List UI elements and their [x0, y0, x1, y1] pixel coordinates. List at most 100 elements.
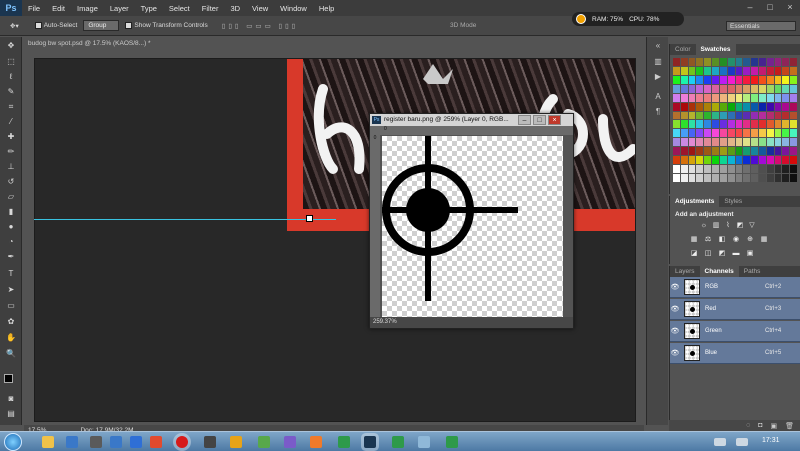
- visibility-eye-icon[interactable]: 👁: [670, 305, 680, 313]
- swatch-cell[interactable]: [751, 66, 758, 75]
- swatch-cell[interactable]: [735, 147, 743, 156]
- swatch-cell[interactable]: [712, 111, 719, 120]
- system-clock[interactable]: 17:31: [762, 437, 780, 444]
- swatch-cell[interactable]: [696, 156, 704, 165]
- swatch-cell[interactable]: [743, 93, 751, 102]
- curves-icon[interactable]: ⌇: [724, 222, 732, 230]
- swatch-cell[interactable]: [704, 111, 712, 120]
- swatch-cell[interactable]: [766, 156, 774, 165]
- swatch-cell[interactable]: [688, 75, 696, 84]
- swatch-cell[interactable]: [735, 174, 743, 182]
- vibrance-icon[interactable]: ▽: [748, 222, 756, 230]
- swatch-cell[interactable]: [774, 84, 782, 93]
- swatch-cell[interactable]: [688, 102, 696, 111]
- swatch-cell[interactable]: [704, 93, 712, 102]
- swatch-cell[interactable]: [680, 165, 688, 174]
- swatch-cell[interactable]: [758, 138, 766, 147]
- menu-layer[interactable]: Layer: [104, 4, 135, 13]
- move-tool-icon[interactable]: ✥▾: [10, 22, 19, 30]
- color-balance-icon[interactable]: ⚖: [704, 236, 712, 244]
- swatch-cell[interactable]: [751, 120, 758, 129]
- swatch-cell[interactable]: [704, 138, 712, 147]
- swatch-cell[interactable]: [719, 129, 727, 138]
- swatch-cell[interactable]: [735, 111, 743, 120]
- swatch-cell[interactable]: [758, 156, 766, 165]
- show-transform-checkbox[interactable]: Show Transform Controls: [125, 21, 208, 29]
- auto-select-checkbox[interactable]: Auto-Select: [34, 21, 77, 29]
- swatch-cell[interactable]: [751, 58, 758, 66]
- swatch-cell[interactable]: [680, 84, 688, 93]
- history-brush-icon[interactable]: ↺: [5, 177, 17, 186]
- swatch-cell[interactable]: [735, 58, 743, 66]
- opera-icon[interactable]: [176, 436, 188, 448]
- swatch-cell[interactable]: [688, 66, 696, 75]
- ie-icon[interactable]: [130, 436, 142, 448]
- posterize-icon[interactable]: ◫: [704, 250, 712, 258]
- swatch-cell[interactable]: [673, 84, 680, 93]
- swatch-cell[interactable]: [766, 138, 774, 147]
- maximize-button[interactable]: □: [760, 0, 780, 14]
- swatch-cell[interactable]: [688, 174, 696, 182]
- swatch-cell[interactable]: [727, 58, 735, 66]
- swatch-cell[interactable]: [751, 174, 758, 182]
- swatch-cell[interactable]: [696, 111, 704, 120]
- swatch-cell[interactable]: [696, 66, 704, 75]
- menu-edit[interactable]: Edit: [46, 4, 71, 13]
- screen-mode-icon[interactable]: ▤: [5, 409, 17, 418]
- close-button[interactable]: ×: [780, 0, 800, 14]
- swatch-cell[interactable]: [774, 111, 782, 120]
- swatch-cell[interactable]: [782, 93, 790, 102]
- 3d-rotate-icon[interactable]: ✿: [5, 317, 17, 326]
- swatch-cell[interactable]: [774, 120, 782, 129]
- gradient-map-icon[interactable]: ▬: [732, 250, 740, 258]
- swatch-cell[interactable]: [790, 75, 797, 84]
- swatch-cell[interactable]: [696, 93, 704, 102]
- swatch-cell[interactable]: [680, 66, 688, 75]
- swatch-cell[interactable]: [758, 129, 766, 138]
- align-buttons[interactable]: ▯▯▯ ▭▭▭ ▯▯▯: [222, 22, 299, 30]
- swatch-cell[interactable]: [774, 58, 782, 66]
- swatch-cell[interactable]: [704, 156, 712, 165]
- swatch-cell[interactable]: [680, 120, 688, 129]
- swatch-cell[interactable]: [751, 165, 758, 174]
- swatch-cell[interactable]: [751, 111, 758, 120]
- tab-channels[interactable]: Channels: [699, 266, 739, 277]
- swatch-cell[interactable]: [758, 58, 766, 66]
- gradient-tool-icon[interactable]: ▮: [5, 207, 17, 216]
- swatch-cell[interactable]: [719, 66, 727, 75]
- swatch-cell[interactable]: [766, 58, 774, 66]
- swatch-cell[interactable]: [735, 156, 743, 165]
- quick-mask-icon[interactable]: ◙: [5, 394, 17, 403]
- swatch-cell[interactable]: [696, 58, 704, 66]
- menu-view[interactable]: View: [246, 4, 274, 13]
- swatch-cell[interactable]: [766, 120, 774, 129]
- swatch-cell[interactable]: [696, 129, 704, 138]
- invert-icon[interactable]: ◪: [690, 250, 698, 258]
- swatch-cell[interactable]: [735, 66, 743, 75]
- tab-color[interactable]: Color: [670, 44, 696, 55]
- swatch-cell[interactable]: [719, 58, 727, 66]
- swatch-cell[interactable]: [766, 174, 774, 182]
- visibility-eye-icon[interactable]: 👁: [670, 283, 680, 291]
- swatch-cell[interactable]: [790, 84, 797, 93]
- swatch-cell[interactable]: [743, 66, 751, 75]
- swatch-cell[interactable]: [727, 129, 735, 138]
- app-icon[interactable]: [230, 436, 242, 448]
- channel-row-red[interactable]: 👁 Red Ctrl+3: [670, 299, 800, 320]
- channel-row-rgb[interactable]: 👁 RGB Ctrl+2: [670, 277, 800, 298]
- swatch-cell[interactable]: [712, 58, 719, 66]
- swatch-cell[interactable]: [790, 58, 797, 66]
- swatch-cell[interactable]: [766, 75, 774, 84]
- swatch-cell[interactable]: [743, 120, 751, 129]
- swatch-cell[interactable]: [696, 120, 704, 129]
- menu-3d[interactable]: 3D: [224, 4, 246, 13]
- eyedropper-tool-icon[interactable]: ⁄: [5, 117, 17, 126]
- swatch-cell[interactable]: [774, 102, 782, 111]
- swatch-cell[interactable]: [790, 156, 797, 165]
- float-minimize-button[interactable]: –: [518, 115, 531, 125]
- swatch-cell[interactable]: [727, 75, 735, 84]
- selective-color-icon[interactable]: ▣: [746, 250, 754, 258]
- hand-tool-icon[interactable]: ✋: [5, 333, 17, 342]
- swatch-cell[interactable]: [727, 66, 735, 75]
- swatch-cell[interactable]: [688, 93, 696, 102]
